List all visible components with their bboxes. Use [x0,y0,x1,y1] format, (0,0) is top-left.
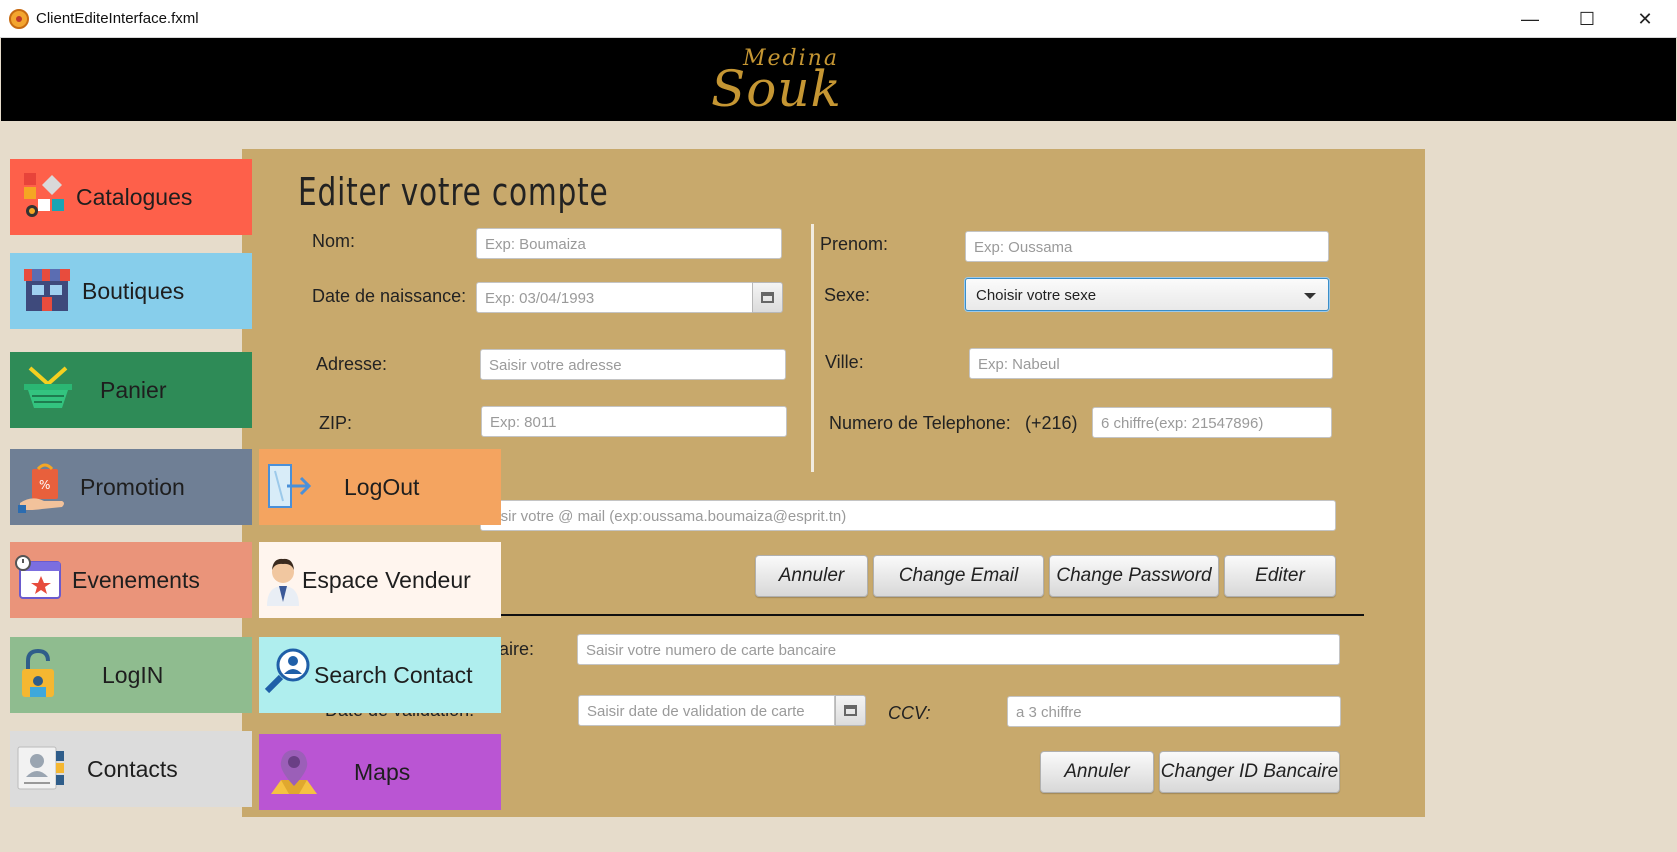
sexe-label: Sexe: [824,285,871,305]
annuler-button[interactable]: Annuler [755,555,868,597]
email-input[interactable]: aisir votre @ mail (exp:oussama.boumaiza… [480,500,1336,531]
ccv-label: CCV: [888,703,931,723]
nav-maps-label: Maps [354,759,411,785]
zip-input[interactable]: Exp: 8011 [481,406,787,437]
ville-input[interactable]: Exp: Nabeul [969,348,1333,379]
basket-icon [24,366,72,408]
medina-souk-logo: Medina Souk [701,44,881,118]
nav-promotion-label: Promotion [80,474,185,500]
calendar-icon [761,292,774,303]
window-title: ClientEditeInterface.fxml [36,10,199,27]
nom-input[interactable]: Exp: Boumaiza [476,228,782,259]
app-header: Medina Souk [1,38,1676,121]
calendar-icon [844,705,857,716]
nav-search-contact-label: Search Contact [314,662,473,688]
seller-person-icon [267,558,299,606]
sexe-select-value: Choisir votre sexe [976,287,1097,304]
nav-login[interactable]: LogIN [10,637,252,713]
logo-souk-text: Souk [711,60,842,118]
change-password-button[interactable]: Change Password [1049,555,1219,597]
prenom-label: Prenom: [820,234,889,254]
ville-label: Ville: [825,352,864,372]
nav-espace-vendeur[interactable]: Espace Vendeur [259,542,501,618]
nav-maps[interactable]: Maps [259,734,501,810]
event-calendar-icon [15,555,61,599]
contacts-card-icon [17,746,64,790]
nav-boutiques-label: Boutiques [82,278,185,304]
editer-button[interactable]: Editer [1224,555,1336,597]
annuler-bank-button[interactable]: Annuler [1040,751,1154,793]
section-divider [498,614,1364,616]
telephone-label: Numero de Telephone: [829,413,1011,433]
telephone-input[interactable]: 6 chiffre(exp: 21547896) [1092,407,1332,438]
page-title: Editer votre compte [298,170,609,214]
zip-label: ZIP: [319,413,353,433]
nav-espace-vendeur-label: Espace Vendeur [302,567,471,593]
date-validation-input[interactable]: Saisir date de validation de carte [578,695,835,726]
change-email-button[interactable]: Change Email [873,555,1044,597]
logout-door-icon [268,464,312,508]
nav-catalogues[interactable]: Catalogues [10,159,252,235]
nav-contacts[interactable]: Contacts [10,731,252,807]
nav-login-label: LogIN [102,662,164,688]
adresse-input[interactable]: Saisir votre adresse [480,349,786,380]
nom-label: Nom: [312,231,356,251]
close-button[interactable]: ✕ [1616,0,1674,38]
carte-bancaire-input[interactable]: Saisir votre numero de carte bancaire [577,634,1340,665]
form-column-divider [811,224,814,472]
map-pin-icon [271,750,317,794]
nav-evenements[interactable]: Evenements [10,542,252,618]
date-naissance-label: Date de naissance: [312,286,467,306]
nav-logout[interactable]: LogOut [259,449,501,525]
promotion-bag-icon: % [18,463,64,513]
changer-id-bancaire-button[interactable]: Changer ID Bancaire [1159,751,1340,793]
date-naissance-input[interactable]: Exp: 03/04/1993 [476,282,753,313]
window-titlebar: ClientEditeInterface.fxml — ☐ ✕ [0,0,1677,38]
nav-panier-label: Panier [100,377,167,403]
adresse-label: Adresse: [316,354,388,374]
nav-search-contact[interactable]: Search Contact [259,637,501,713]
java-app-icon [9,9,29,29]
date-naissance-picker-button[interactable] [752,282,783,313]
svg-text:%: % [39,478,50,492]
nav-boutiques[interactable]: Boutiques [10,253,252,329]
sexe-select[interactable]: Choisir votre sexe [965,278,1329,311]
prenom-input[interactable]: Exp: Oussama [965,231,1329,262]
nav-panier[interactable]: Panier [10,352,252,428]
telephone-prefix: (+216) [1025,413,1078,433]
ccv-input[interactable]: a 3 chiffre [1007,696,1341,727]
maximize-button[interactable]: ☐ [1558,0,1616,38]
nav-catalogues-label: Catalogues [76,184,193,210]
nav-promotion[interactable]: % Promotion [10,449,252,525]
date-validation-picker-button[interactable] [835,695,866,726]
lock-icon [22,648,54,697]
nav-logout-label: LogOut [344,474,420,500]
minimize-button[interactable]: — [1501,0,1559,38]
catalogues-icon [24,173,64,217]
nav-evenements-label: Evenements [72,567,200,593]
nav-contacts-label: Contacts [87,756,178,782]
shop-icon [24,269,70,311]
chevron-down-icon [1304,293,1316,299]
search-contact-icon [264,648,310,694]
